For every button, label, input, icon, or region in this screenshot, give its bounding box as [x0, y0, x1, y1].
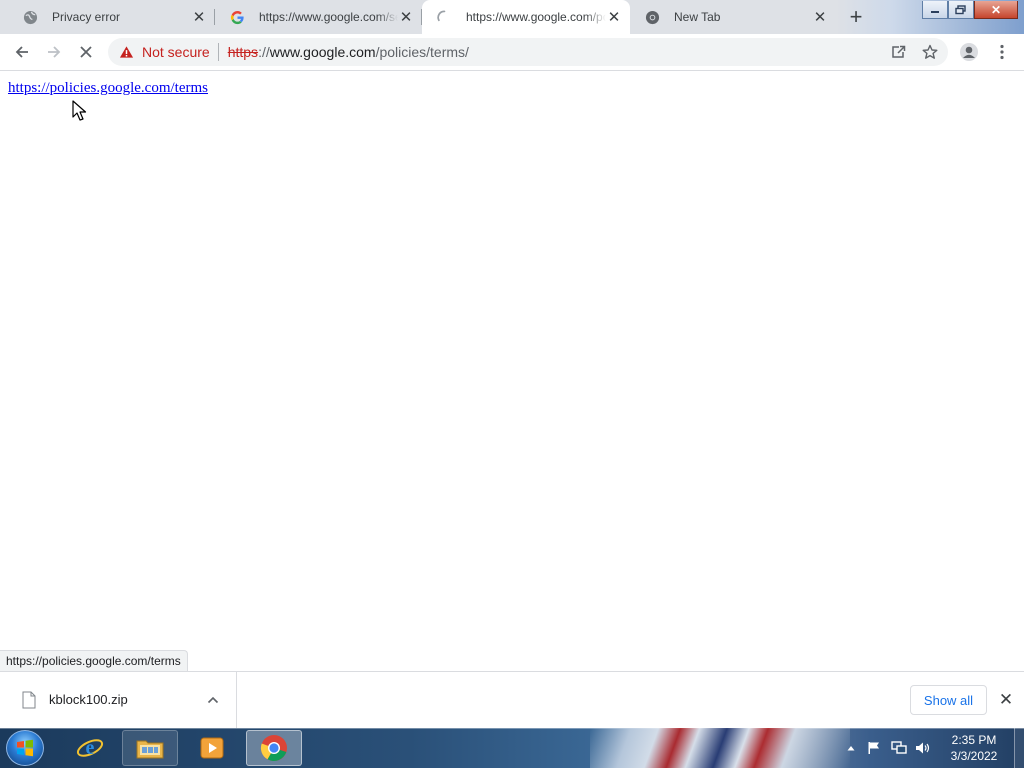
windows-logo-icon [17, 739, 33, 757]
globe-icon [22, 9, 38, 25]
tray-overflow-button[interactable] [845, 728, 857, 768]
forward-button[interactable] [40, 38, 68, 66]
media-player-icon [200, 737, 224, 759]
chrome-menu-button[interactable] [988, 38, 1016, 66]
taskbar-chrome[interactable] [246, 730, 302, 766]
tab-close-icon[interactable]: ✕ [606, 9, 622, 25]
tab-privacy-error[interactable]: Privacy error ✕ [8, 0, 215, 34]
tab-title: Privacy error [52, 10, 121, 24]
restore-button[interactable] [948, 0, 974, 20]
window-close-button[interactable]: ✕ [974, 0, 1018, 20]
not-secure-label: Not secure [142, 44, 210, 60]
back-button[interactable] [8, 38, 36, 66]
site-security-chip[interactable]: Not secure [108, 38, 210, 66]
speaker-icon [916, 742, 930, 754]
url-scheme: https [227, 44, 259, 60]
taskbar-windows-explorer[interactable] [122, 730, 178, 766]
link-status-bubble: https://policies.google.com/terms [0, 650, 188, 671]
policies-terms-link[interactable]: https://policies.google.com/terms [8, 80, 208, 97]
tab-title: https://www.google.com/search [259, 10, 398, 24]
tab-google-search[interactable]: https://www.google.com/search ✕ [215, 0, 422, 34]
chrome-icon [644, 9, 660, 25]
warning-triangle-icon [119, 46, 134, 58]
url-host: www.google.com [269, 44, 376, 60]
stop-loading-button[interactable] [72, 38, 100, 66]
tab-strip: Privacy error ✕ https://www.google.com/s… [0, 0, 1024, 34]
bookmark-star-button[interactable] [920, 42, 940, 62]
download-shelf: kblock100.zip Show all ✕ [0, 671, 1024, 728]
tab-close-icon[interactable]: ✕ [398, 9, 414, 25]
download-item[interactable]: kblock100.zip [0, 672, 237, 728]
chevron-up-icon [207, 696, 219, 704]
share-button[interactable] [888, 42, 908, 62]
download-options-button[interactable] [203, 690, 223, 710]
profile-avatar-icon [960, 43, 978, 61]
tab-title: https://www.google.com/policies/terms/ [466, 10, 606, 24]
file-icon [22, 691, 36, 709]
tab-google-policies-terms[interactable]: https://www.google.com/policies/terms/ ✕ [422, 0, 630, 34]
chrome-icon [260, 735, 287, 762]
taskbar-media-player[interactable] [184, 730, 240, 766]
back-arrow-icon [15, 46, 28, 58]
show-desktop-button[interactable] [1014, 728, 1024, 768]
tray-up-arrow-icon [847, 746, 855, 751]
mouse-cursor-icon [72, 100, 87, 121]
share-icon [892, 45, 906, 58]
tab-new-tab[interactable]: New Tab ✕ [630, 0, 836, 34]
network-icon [891, 741, 907, 754]
close-download-shelf-icon[interactable]: ✕ [996, 690, 1016, 710]
flag-icon [868, 742, 879, 754]
omnibox-divider [217, 43, 219, 61]
taskbar-internet-explorer[interactable]: e [62, 730, 118, 766]
browser-toolbar: Not secure https://www.google.com/polici… [0, 34, 1024, 71]
network-status-button[interactable] [889, 728, 909, 768]
kebab-menu-icon [1000, 44, 1004, 60]
star-icon [922, 44, 938, 59]
tab-title: New Tab [674, 10, 721, 24]
loading-spinner-icon [436, 9, 452, 25]
svg-text:e: e [86, 737, 95, 759]
minimize-button[interactable] [922, 0, 948, 20]
start-orb[interactable] [6, 730, 44, 766]
url-separator: :// [258, 44, 270, 60]
wallpaper-peek [590, 728, 850, 768]
profile-button[interactable] [955, 38, 983, 66]
new-tab-button[interactable]: + [844, 5, 868, 29]
url-text: https://www.google.com/policies/terms/ [228, 44, 469, 60]
taskbar-clock[interactable]: 2:35 PM 3/3/2022 [940, 732, 1008, 764]
windows-taskbar: e 2:35 PM 3/3/2022 [0, 728, 1024, 768]
volume-button[interactable] [913, 728, 933, 768]
windows-explorer-icon [136, 740, 164, 759]
clock-date: 3/3/2022 [950, 749, 998, 763]
page-content: https://policies.google.com/terms https:… [0, 72, 1024, 671]
restore-icon [948, 1, 974, 19]
tab-close-icon[interactable]: ✕ [812, 9, 828, 25]
address-bar[interactable]: Not secure https://www.google.com/polici… [108, 38, 948, 66]
minimize-icon [922, 1, 948, 19]
show-all-downloads-button[interactable]: Show all [910, 685, 987, 715]
window-close-icon: ✕ [974, 1, 1018, 19]
internet-explorer-icon: e [76, 737, 104, 759]
stop-x-icon [80, 46, 92, 58]
clock-time: 2:35 PM [951, 733, 997, 747]
action-center-button[interactable] [865, 728, 883, 768]
google-g-icon [229, 9, 245, 25]
tab-close-icon[interactable]: ✕ [191, 9, 207, 25]
download-file-name: kblock100.zip [49, 692, 128, 707]
url-path: /policies/terms/ [375, 44, 469, 60]
forward-arrow-icon [48, 46, 61, 58]
